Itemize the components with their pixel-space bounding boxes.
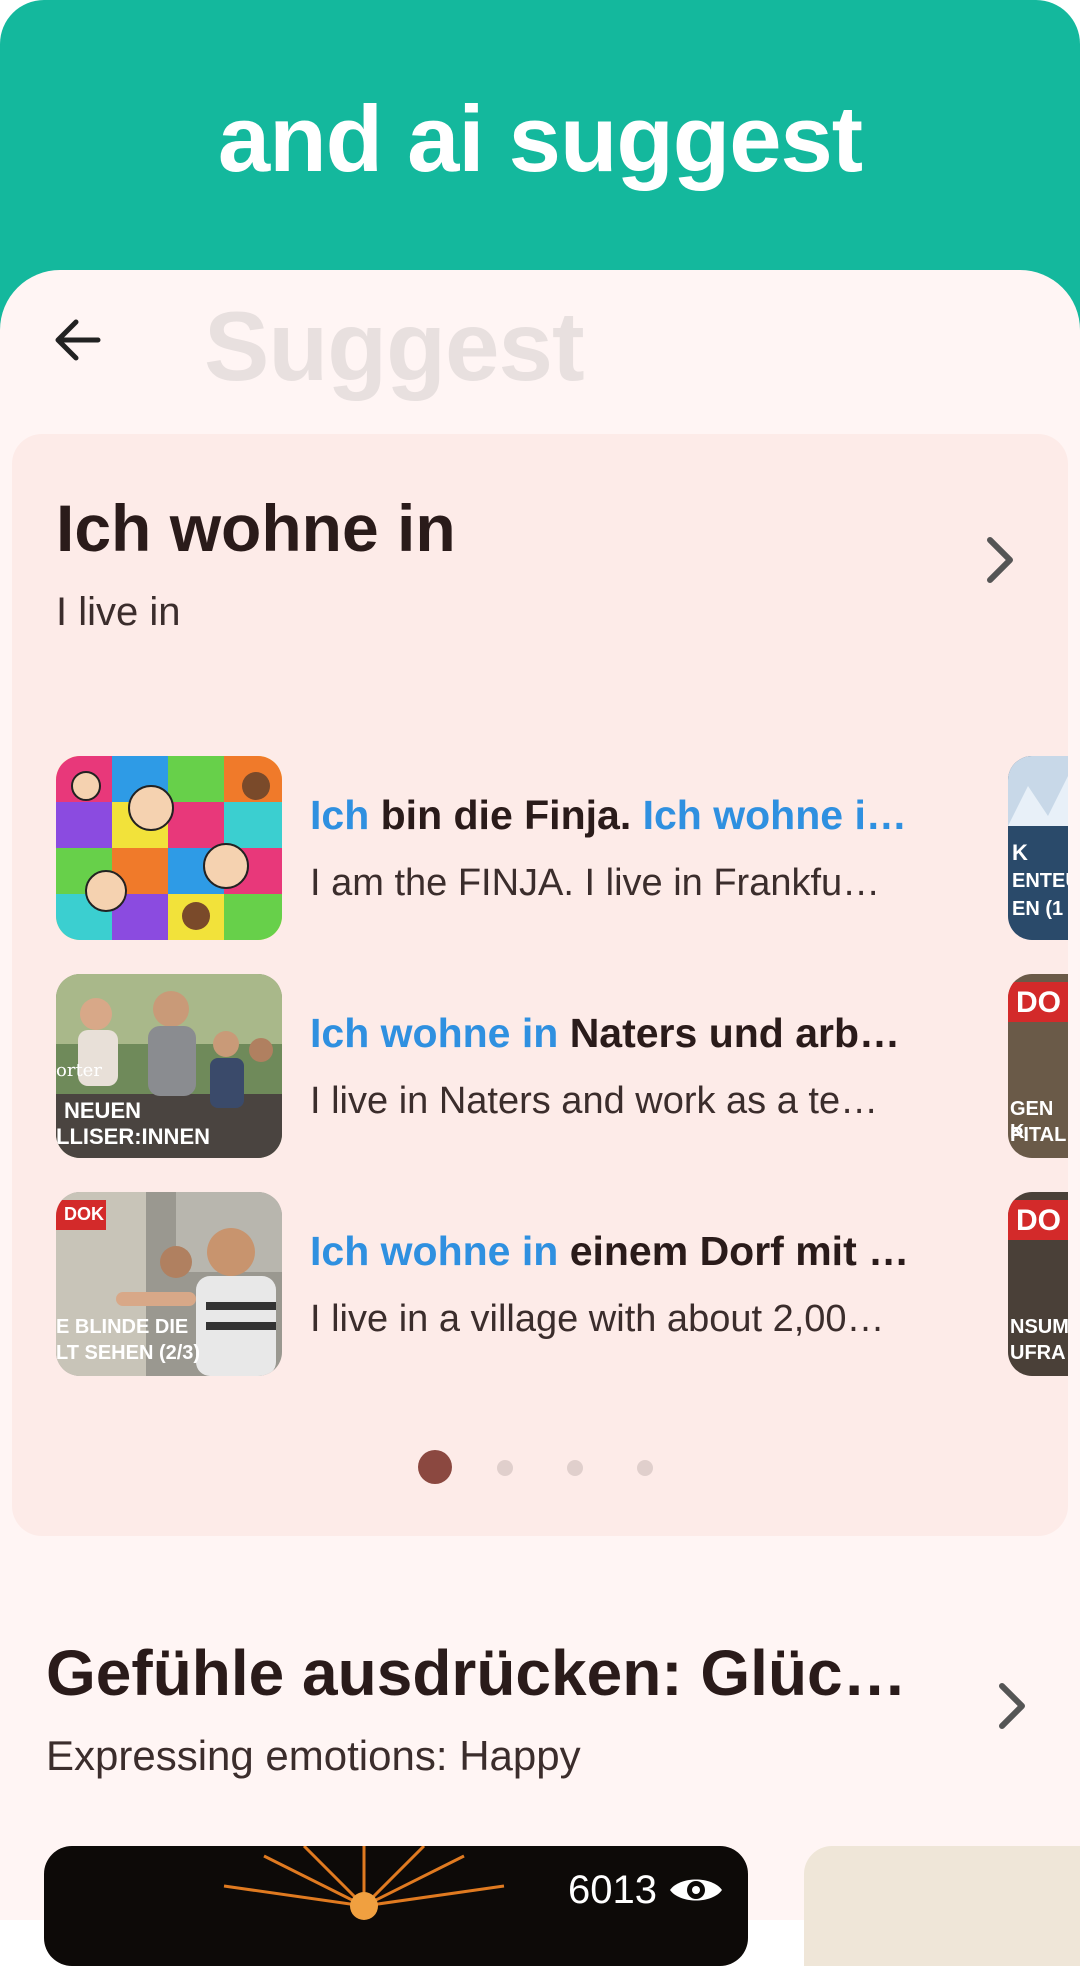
page-dot[interactable] xyxy=(567,1460,583,1476)
back-arrow-icon[interactable] xyxy=(48,310,108,370)
thumbnail-caption: orter xyxy=(56,1060,102,1081)
page-dot-active[interactable] xyxy=(418,1450,452,1484)
view-count: 6013 xyxy=(568,1868,657,1912)
list-item[interactable]: orter NEUEN LLISER:INNEN Ich wohne in Na… xyxy=(56,974,1080,1158)
section-subtitle: I live in xyxy=(56,590,181,634)
title-text: bin die Finja. xyxy=(369,792,643,838)
next-page-thumbnail[interactable]: DO NSUM UFRA xyxy=(1008,1192,1068,1376)
section-title: Gefühle ausdrücken: Glüc… xyxy=(46,1637,907,1709)
highlight-text: Ich wohne i… xyxy=(642,792,907,838)
thumbnail-caption: LLISER:INNEN xyxy=(56,1124,210,1149)
highlight-text: Ich xyxy=(310,792,370,838)
translation-text: I live in a village with about 2,00… xyxy=(310,1298,885,1340)
next-page-thumbnail[interactable]: DO GEN K PITAL xyxy=(1008,974,1068,1158)
video-thumbnail: orter NEUEN LLISER:INNEN xyxy=(56,974,282,1158)
eye-icon xyxy=(670,1879,722,1901)
translation-text: I live in Naters and work as a te… xyxy=(310,1080,879,1122)
page-dot[interactable] xyxy=(637,1460,653,1476)
translation-text: I am the FINJA. I live in Frankfu… xyxy=(310,862,881,904)
header-title: Suggest xyxy=(204,291,585,401)
page-indicator xyxy=(0,1448,1080,1488)
page-dot[interactable] xyxy=(497,1460,513,1476)
section-title: Ich wohne in xyxy=(56,491,456,565)
next-page-thumbnail[interactable]: K ENTEU EN (1 xyxy=(1008,756,1068,940)
video-card[interactable] xyxy=(804,1846,1080,1966)
thumbnail-caption: LT SEHEN (2/3) xyxy=(56,1342,201,1364)
banner-title: and ai suggest xyxy=(217,86,863,191)
thumbnail-caption: NEUEN xyxy=(64,1098,142,1123)
chevron-right-icon[interactable] xyxy=(990,1676,1034,1736)
highlight-text: Ich wohne in xyxy=(310,1228,559,1274)
title-text: Naters und arb… xyxy=(558,1010,901,1056)
channel-logo: DOK xyxy=(64,1204,104,1224)
section-subtitle: Expressing emotions: Happy xyxy=(46,1732,581,1779)
chevron-right-icon[interactable] xyxy=(978,530,1022,590)
list-item[interactable]: DOK E BLINDE DIE LT SEHEN (2/3) Ich wohn… xyxy=(56,1192,1080,1376)
video-thumbnail: DOK E BLINDE DIE LT SEHEN (2/3) xyxy=(56,1192,282,1376)
list-item[interactable]: Ich bin die Finja. Ich wohne i… I am the… xyxy=(56,756,1080,940)
title-text: einem Dorf mit … xyxy=(558,1228,910,1274)
thumbnail-caption: E BLINDE DIE xyxy=(56,1316,189,1338)
video-thumbnail xyxy=(56,756,282,940)
highlight-text: Ich wohne in xyxy=(310,1010,559,1056)
